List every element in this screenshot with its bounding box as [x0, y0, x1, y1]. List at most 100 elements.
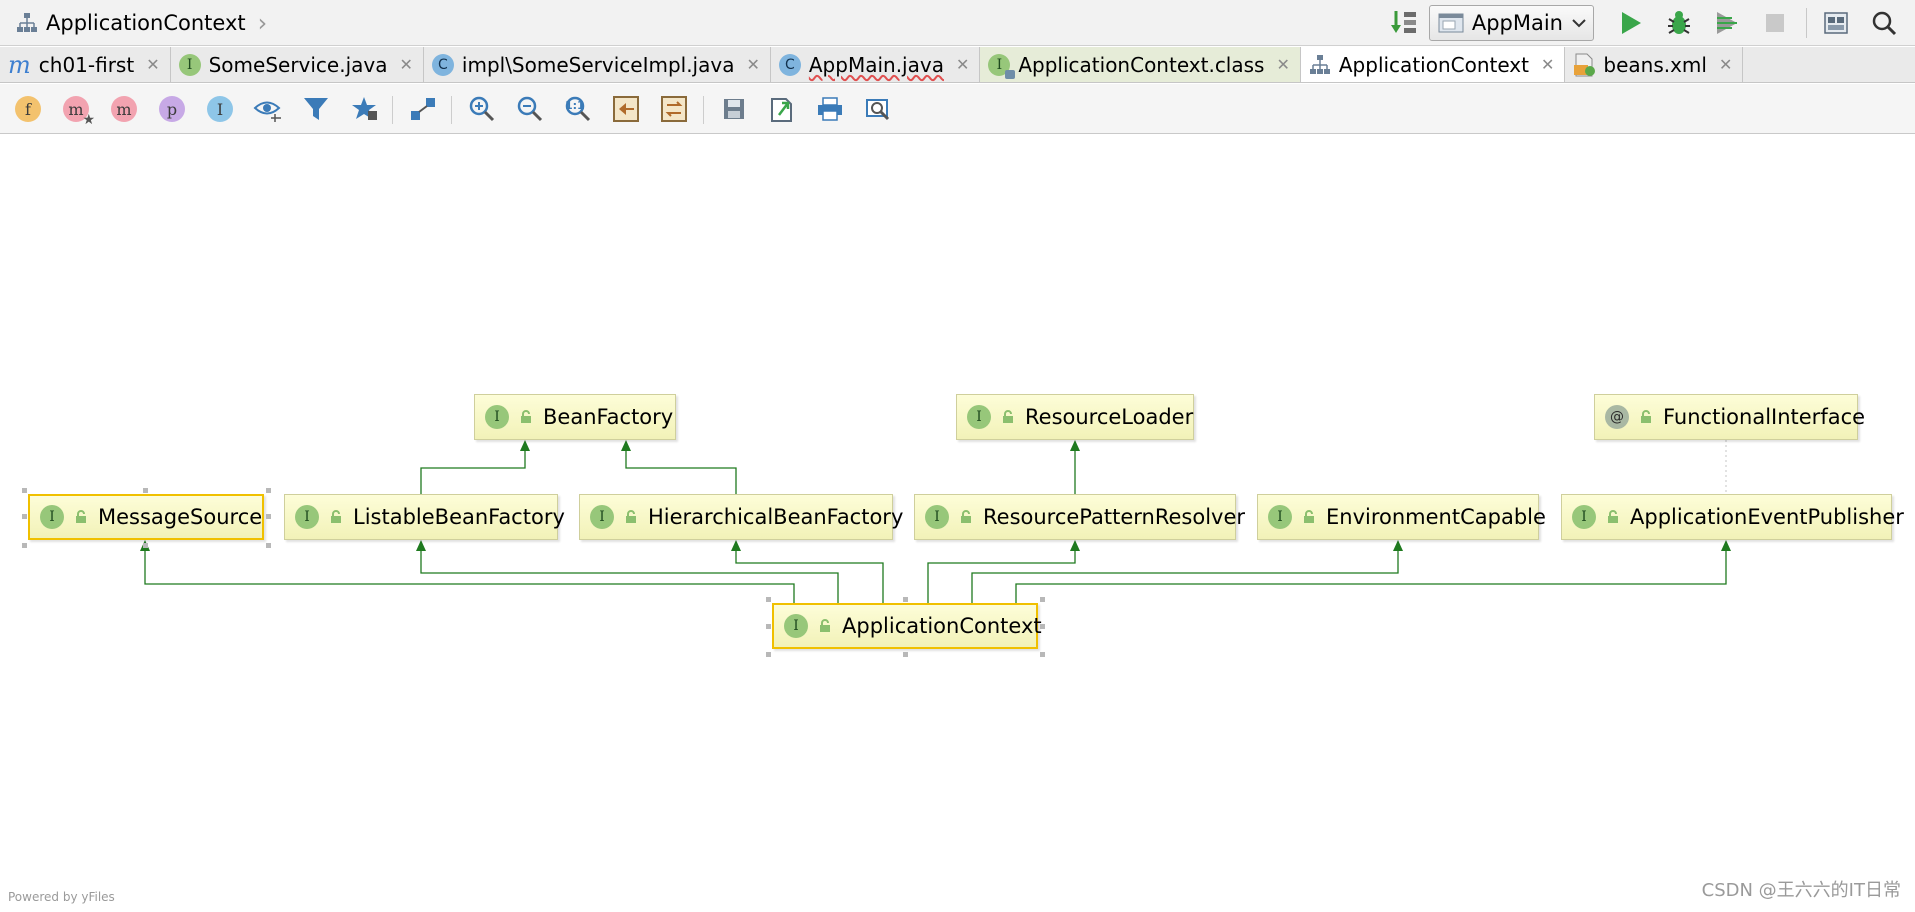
edge-resourcepatternresolver-to-resourceloader[interactable] [1070, 440, 1080, 494]
print-preview-button[interactable] [863, 94, 893, 124]
tab-label: AppMain.java [808, 52, 944, 77]
export-button[interactable] [767, 94, 797, 124]
selection-handle[interactable] [266, 543, 271, 548]
node-environmentcapable[interactable]: I EnvironmentCapable [1257, 494, 1546, 540]
arrowhead [1721, 540, 1731, 551]
application-config-icon [1438, 13, 1464, 33]
selection-handle[interactable] [266, 488, 271, 493]
edge-creation-button[interactable] [408, 94, 438, 124]
search-everywhere-button[interactable] [1867, 6, 1901, 40]
close-icon[interactable]: ✕ [146, 55, 159, 74]
node-messagesource[interactable]: I MessageSource [28, 494, 264, 540]
print-button[interactable] [815, 94, 845, 124]
sort-binary-icon[interactable] [1389, 8, 1419, 38]
show-inner-classes-button[interactable]: I [205, 94, 235, 124]
arrowhead [621, 440, 631, 451]
tab-applicationcontext-diagram[interactable]: ApplicationContext ✕ [1300, 47, 1566, 82]
tab-applicationcontext-class[interactable]: I ApplicationContext.class ✕ [980, 47, 1301, 82]
selection-handle[interactable] [903, 597, 908, 602]
edge-applicationcontext-to-resourcepatternresolver[interactable] [927, 540, 1080, 603]
interface-icon: I [967, 405, 991, 429]
xml-icon [1574, 53, 1596, 76]
tab-beans-xml[interactable]: beans.xml ✕ [1565, 47, 1744, 82]
debug-button[interactable] [1662, 6, 1696, 40]
selection-handle[interactable] [22, 488, 27, 493]
node-beanfactory[interactable]: I BeanFactory [474, 394, 676, 440]
show-properties-button[interactable]: p [157, 94, 187, 124]
edge-applicationcontext-to-environmentcapable[interactable] [971, 540, 1403, 603]
selection-handle[interactable] [266, 514, 271, 519]
selection-handle[interactable] [22, 514, 27, 519]
zoom-in-button[interactable] [467, 94, 497, 124]
project-structure-button[interactable] [1819, 6, 1853, 40]
node-hierarchicalbeanfactory[interactable]: I HierarchicalBeanFactory [579, 494, 903, 540]
filter-icon [304, 98, 328, 120]
edge-line [735, 550, 884, 603]
run-button[interactable] [1614, 6, 1648, 40]
breadcrumb[interactable]: ApplicationContext › [16, 9, 268, 37]
close-icon[interactable]: ✕ [1719, 55, 1732, 74]
node-listablebeanfactory[interactable]: I ListableBeanFactory [284, 494, 565, 540]
node-resourcepatternresolver[interactable]: I ResourcePatternResolver [914, 494, 1245, 540]
close-icon[interactable]: ✕ [1276, 55, 1289, 74]
node-functionalinterface[interactable]: @ FunctionalInterface [1594, 394, 1865, 440]
coverage-icon [1717, 12, 1737, 34]
actual-size-button[interactable]: 1:1 [563, 94, 593, 124]
breadcrumb-label: ApplicationContext [46, 11, 246, 35]
zoom-out-button[interactable] [515, 94, 545, 124]
selection-handle[interactable] [903, 652, 908, 657]
edge-applicationcontext-to-messagesource[interactable] [140, 540, 795, 603]
show-constructors-button[interactable]: m ★ [61, 94, 95, 128]
selection-handle[interactable] [1040, 652, 1045, 657]
close-icon[interactable]: ✕ [1541, 55, 1554, 74]
tab-someservice-java[interactable]: I SomeService.java ✕ [171, 47, 424, 82]
visibility-button[interactable] [253, 94, 283, 124]
show-fields-button[interactable]: f [13, 94, 43, 124]
edge-applicationcontext-to-hierarchicalbeanfactory[interactable] [731, 540, 884, 603]
selection-handle[interactable] [22, 543, 27, 548]
constructor-icon: m ★ [63, 96, 95, 128]
edge-line [927, 550, 1076, 603]
node-applicationcontext[interactable]: I ApplicationContext [772, 603, 1042, 649]
selection-handle[interactable] [143, 488, 148, 493]
selection-handle[interactable] [766, 597, 771, 602]
diagram-canvas[interactable]: I BeanFactory I ResourceLoader @ Functio… [0, 135, 1915, 912]
star-icon: ★ [82, 112, 95, 128]
close-icon[interactable]: ✕ [746, 55, 759, 74]
toolbar-separator [392, 96, 393, 124]
edge-listablebeanfactory-to-beanfactory[interactable] [420, 440, 530, 494]
tab-ch01-first[interactable]: m ch01-first ✕ [0, 47, 171, 82]
class-icon: C [431, 53, 454, 76]
diagram-icon [17, 13, 37, 32]
navigation-bar: ApplicationContext › AppMain [0, 0, 1915, 46]
show-dependencies-button[interactable] [349, 94, 379, 124]
selection-handle[interactable] [766, 624, 771, 629]
fit-content-button[interactable] [611, 94, 641, 124]
show-methods-button[interactable]: m [109, 94, 139, 124]
edge-line [420, 450, 526, 494]
coverage-button[interactable] [1710, 6, 1744, 40]
edge-applicationcontext-to-listablebeanfactory[interactable] [416, 540, 839, 603]
edge-hierarchicalbeanfactory-to-beanfactory[interactable] [621, 440, 737, 494]
node-applicationeventpublisher[interactable]: I ApplicationEventPublisher [1561, 494, 1904, 540]
selection-handle[interactable] [143, 543, 148, 548]
filter-button[interactable] [301, 94, 331, 124]
stop-button[interactable] [1758, 6, 1792, 40]
selection-handle[interactable] [1040, 597, 1045, 602]
run-configuration-select[interactable]: AppMain [1428, 5, 1594, 41]
save-button[interactable] [719, 94, 749, 124]
close-icon[interactable]: ✕ [400, 55, 413, 74]
tab-someserviceimpl-java[interactable]: C impl\SomeServiceImpl.java ✕ [424, 47, 771, 82]
public-visibility-icon [331, 510, 341, 523]
apply-layout-button[interactable] [659, 94, 689, 124]
chevron-right-icon: › [257, 9, 268, 37]
property-icon: p [159, 96, 185, 122]
tab-appmain-java[interactable]: C AppMain.java ✕ [771, 47, 981, 82]
tab-label: ApplicationContext.class [1018, 52, 1265, 77]
selection-handle[interactable] [1040, 624, 1045, 629]
close-icon[interactable]: ✕ [956, 55, 969, 74]
selection-handle[interactable] [766, 652, 771, 657]
node-resourceloader[interactable]: I ResourceLoader [956, 394, 1194, 440]
edge-applicationcontext-to-applicationeventpublisher[interactable] [1015, 540, 1731, 603]
public-visibility-icon [1641, 410, 1651, 423]
